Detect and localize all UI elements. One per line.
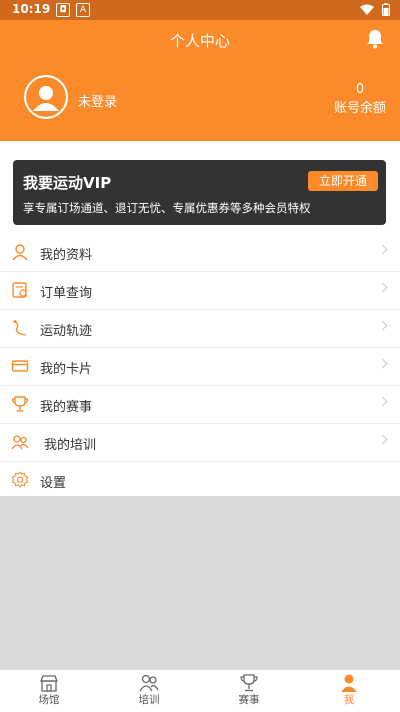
- menu-item-label: 我的培训: [44, 438, 97, 453]
- menu-item-track[interactable]: 运动轨迹: [0, 310, 400, 348]
- user-icon: [12, 244, 28, 261]
- balance-label: 账号余额: [333, 101, 386, 116]
- track-icon: [13, 320, 27, 336]
- profile-header: 个人中心 未登录 0 账号余额: [0, 20, 400, 141]
- tab-label: 场馆: [38, 694, 60, 706]
- vip-title: 我要运动VIP: [23, 174, 112, 192]
- menu-item-label: 我的卡片: [40, 362, 93, 377]
- avatar-person-icon: [26, 77, 66, 117]
- order-icon: [12, 282, 27, 298]
- menu-item-settings[interactable]: 设置: [0, 462, 400, 499]
- status-bar: 10:19 ◘ A: [0, 0, 400, 20]
- vip-banner[interactable]: 我要运动VIP 立即开通 享专属订场通道、退订无忧、专属优惠券等多种会员特权: [13, 160, 386, 225]
- tab-events[interactable]: 赛事: [219, 674, 279, 707]
- tab-training[interactable]: 培训: [119, 674, 179, 707]
- chevron-right-icon: [377, 244, 388, 255]
- menu-item-profile[interactable]: 我的资料: [0, 234, 400, 272]
- bell-icon[interactable]: [366, 29, 384, 49]
- balance-value: 0: [355, 82, 365, 97]
- vip-description: 享专属订场通道、退订无忧、专属优惠券等多种会员特权: [23, 201, 311, 215]
- profile-icon: [341, 674, 357, 692]
- menu-item-orders[interactable]: 订单查询: [0, 272, 400, 310]
- notification-icon: ◘: [56, 3, 70, 17]
- tab-label: 我: [343, 694, 355, 706]
- menu-item-label: 订单查询: [40, 286, 93, 301]
- status-time: 10:19: [12, 2, 51, 16]
- menu-item-label: 运动轨迹: [40, 324, 93, 339]
- menu-list: 我的资料 订单查询 运动轨迹 我的卡片 我的赛事 我的培训 设置: [0, 234, 400, 499]
- trophy-icon: [11, 396, 29, 412]
- chevron-right-icon: [377, 434, 388, 445]
- menu-item-label: 我的赛事: [40, 400, 93, 415]
- wifi-icon: [360, 4, 374, 15]
- avatar[interactable]: [24, 75, 68, 119]
- venue-icon: [40, 675, 58, 692]
- chevron-right-icon: [377, 320, 388, 331]
- tab-me[interactable]: 我: [319, 674, 379, 707]
- tab-venue[interactable]: 场馆: [19, 674, 79, 707]
- status-left-icons: ◘ A: [56, 3, 90, 17]
- settings-icon: [11, 471, 29, 488]
- page-title: 个人中心: [169, 32, 230, 50]
- chevron-right-icon: [377, 396, 388, 407]
- menu-item-training[interactable]: 我的培训: [0, 424, 400, 462]
- battery-icon: [382, 3, 390, 16]
- tab-label: 赛事: [238, 694, 260, 706]
- chevron-right-icon: [377, 282, 388, 293]
- card-icon: [11, 360, 29, 372]
- training-icon: [139, 674, 159, 692]
- app-a-icon: A: [76, 3, 90, 17]
- bottom-tab-bar: 场馆 培训 赛事 我: [0, 669, 400, 712]
- trophy-icon: [240, 674, 258, 692]
- menu-item-events[interactable]: 我的赛事: [0, 386, 400, 424]
- login-link[interactable]: 未登录: [78, 91, 117, 110]
- menu-item-label: 设置: [40, 476, 67, 491]
- vip-open-button[interactable]: 立即开通: [308, 171, 378, 191]
- status-right-icons: [360, 3, 390, 16]
- menu-item-cards[interactable]: 我的卡片: [0, 348, 400, 386]
- chevron-right-icon: [377, 358, 388, 369]
- menu-item-label: 我的资料: [40, 248, 93, 263]
- balance-area[interactable]: 0 账号余额: [334, 82, 386, 116]
- training-icon: [11, 435, 29, 450]
- tab-label: 培训: [138, 694, 160, 706]
